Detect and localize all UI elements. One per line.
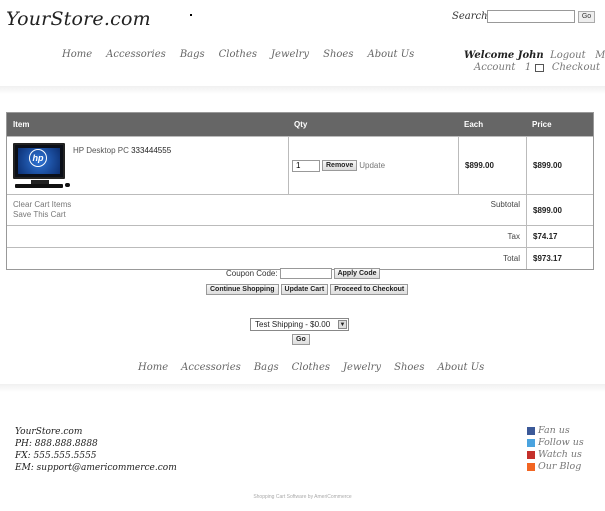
shipping-go-button[interactable]: Go — [292, 334, 310, 345]
subtotal-row: Clear Cart Items Save This Cart Subtotal… — [7, 194, 593, 225]
apply-code-button[interactable]: Apply Code — [333, 268, 381, 279]
logout-link[interactable]: Logout — [550, 50, 586, 61]
product-image[interactable]: hp — [13, 143, 70, 188]
footer-nav-clothes[interactable]: Clothes — [292, 362, 330, 373]
welcome-text: Welcome John — [464, 50, 544, 61]
social-links: Fan us Follow us Watch us Our Blog — [527, 425, 584, 473]
footer-fax: FX: 555.555.5555 — [15, 451, 97, 461]
total-row: Total $973.17 — [7, 247, 593, 269]
subtotal-label: Subtotal — [490, 200, 520, 209]
col-price: Price — [532, 120, 552, 129]
checkout-link[interactable]: Checkout — [552, 62, 600, 73]
footer-nav-shoes[interactable]: Shoes — [394, 362, 424, 373]
subtotal-left: Clear Cart Items Save This Cart Subtotal — [7, 195, 526, 225]
search-go-button[interactable]: Go — [578, 11, 595, 23]
cart-count[interactable]: 1 — [525, 62, 531, 73]
divider — [0, 86, 605, 94]
nav-home[interactable]: Home — [62, 49, 92, 60]
nav-bags[interactable]: Bags — [180, 49, 205, 60]
our-blog-link[interactable]: Our Blog — [527, 461, 584, 473]
top-nav: Home Accessories Bags Clothes Jewelry Sh… — [62, 49, 414, 60]
watch-us-link[interactable]: Watch us — [527, 449, 584, 461]
footer-nav-home[interactable]: Home — [138, 362, 168, 373]
nav-clothes[interactable]: Clothes — [219, 49, 257, 60]
quantity-input[interactable] — [292, 159, 320, 172]
nav-accessories[interactable]: Accessories — [106, 49, 166, 60]
total-label: Total — [503, 254, 520, 263]
footer-nav-about-us[interactable]: About Us — [437, 362, 484, 373]
qty-cell: Remove Update — [288, 137, 458, 194]
subtotal-value: $899.00 — [526, 195, 593, 225]
update-link[interactable]: Update — [359, 161, 385, 170]
chevron-down-icon[interactable]: ▼ — [338, 320, 347, 329]
decorative-dot — [190, 14, 192, 16]
facebook-icon — [527, 427, 535, 435]
nav-jewelry[interactable]: Jewelry — [271, 49, 309, 60]
proceed-to-checkout-button[interactable]: Proceed to Checkout — [330, 284, 409, 295]
footer-credit[interactable]: Shopping Cart Software by AmeriCommerce — [0, 494, 605, 500]
nav-about-us[interactable]: About Us — [367, 49, 414, 60]
store-logo[interactable]: YourStore.com — [6, 8, 151, 30]
footer-store-name: YourStore.com — [15, 427, 83, 437]
table-row: hp HP Desktop PC 333444555 Remove Update… — [7, 136, 593, 194]
coupon-area: Coupon Code: Apply Code — [226, 268, 381, 279]
twitter-icon — [527, 439, 535, 447]
item-cell: hp HP Desktop PC 333444555 — [7, 137, 288, 194]
user-box: Welcome John Logout My Account 1 Checkou… — [464, 50, 605, 74]
footer-nav-accessories[interactable]: Accessories — [181, 362, 241, 373]
footer-contact: YourStore.com PH: 888.888.8888 FX: 555.5… — [15, 426, 177, 474]
coupon-label: Coupon Code: — [226, 269, 278, 278]
my-account-link-part1[interactable]: My — [595, 50, 605, 61]
shipping-selected: Test Shipping - $0.00 — [255, 320, 331, 329]
product-name[interactable]: HP Desktop PC 333444555 — [73, 146, 171, 188]
search-label: Search — [452, 11, 488, 22]
total-value: $973.17 — [526, 248, 593, 269]
save-cart-link[interactable]: Save This Cart — [13, 210, 520, 220]
footer-nav-jewelry[interactable]: Jewelry — [343, 362, 381, 373]
bottom-nav: Home Accessories Bags Clothes Jewelry Sh… — [138, 362, 484, 373]
my-account-link-part2[interactable]: Account — [474, 62, 515, 73]
remove-button[interactable]: Remove — [322, 160, 358, 171]
nav-shoes[interactable]: Shoes — [323, 49, 353, 60]
coupon-input[interactable] — [279, 268, 332, 279]
col-item: Item — [13, 120, 30, 129]
item-price: $899.00 — [526, 137, 593, 194]
follow-us-link[interactable]: Follow us — [527, 437, 584, 449]
continue-shopping-button[interactable]: Continue Shopping — [206, 284, 279, 295]
update-cart-button[interactable]: Update Cart — [280, 284, 329, 295]
cart-icon[interactable] — [535, 63, 545, 72]
tax-label: Tax — [507, 232, 520, 241]
fan-us-link[interactable]: Fan us — [527, 425, 584, 437]
search-input[interactable] — [487, 10, 575, 23]
tax-value: $74.17 — [526, 226, 593, 247]
product-sku: 333444555 — [131, 146, 172, 155]
footer-nav-bags[interactable]: Bags — [254, 362, 279, 373]
footer-phone: PH: 888.888.8888 — [15, 439, 98, 449]
shipping-select[interactable]: Test Shipping - $0.00 ▼ — [250, 318, 349, 331]
cart-table: Item Qty Each Price hp HP Desktop PC 333… — [6, 112, 594, 270]
footer-email[interactable]: EM: support@americommerce.com — [15, 462, 177, 474]
col-each: Each — [464, 120, 484, 129]
rss-icon — [527, 463, 535, 471]
youtube-icon — [527, 451, 535, 459]
footer-divider — [0, 384, 605, 392]
cart-header-row: Item Qty Each Price — [7, 113, 593, 136]
cart-actions: Continue Shopping Update Cart Proceed to… — [206, 284, 409, 295]
item-each: $899.00 — [458, 137, 526, 194]
col-qty: Qty — [294, 120, 308, 129]
clear-cart-link[interactable]: Clear Cart Items — [13, 200, 520, 210]
tax-row: Tax $74.17 — [7, 225, 593, 247]
